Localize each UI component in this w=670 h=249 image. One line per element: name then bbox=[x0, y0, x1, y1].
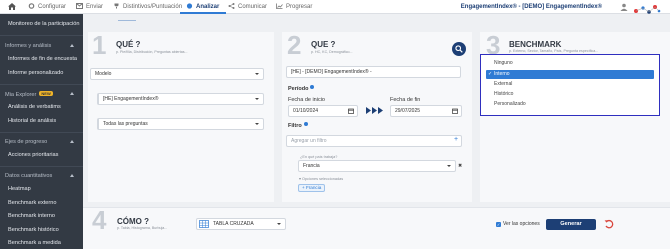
sidebar-group-ejes-progreso[interactable]: Ejes de progreso bbox=[5, 139, 47, 145]
nav-progresar[interactable]: Progresar bbox=[276, 0, 312, 14]
nav-configurar[interactable]: Configurar bbox=[28, 0, 66, 14]
table-icon bbox=[199, 220, 209, 228]
sidebar-group-informes[interactable]: Informes y análisis bbox=[5, 43, 51, 49]
step-2-title: QUE ? bbox=[311, 40, 336, 49]
sidebar-item-historial-analisis[interactable]: Historial de análisis bbox=[8, 118, 56, 124]
sidebar-item-analisis-verbatims[interactable]: Análisis de verbatims bbox=[8, 104, 61, 110]
top-navigation-bar: Configurar Enviar Distintivos/Puntuación… bbox=[0, 0, 670, 14]
benchmark-option-interno[interactable]: ✓ Interno bbox=[486, 70, 654, 79]
chart-line-icon bbox=[276, 3, 283, 9]
remove-filter-icon[interactable]: ✖ bbox=[458, 163, 462, 169]
show-options-checkbox[interactable]: ✓ bbox=[496, 222, 501, 227]
calendar-icon[interactable] bbox=[348, 108, 354, 114]
caret-down-icon bbox=[447, 165, 451, 167]
end-date-input[interactable]: 29/07/2025 bbox=[390, 105, 462, 117]
step-1-panel bbox=[88, 32, 274, 202]
user-icon[interactable] bbox=[620, 3, 628, 11]
active-tab-indicator bbox=[180, 12, 226, 14]
start-date-input[interactable]: 01/10/2024 bbox=[288, 105, 358, 117]
filter-label: Filtro bbox=[288, 122, 308, 129]
check-icon: ✓ bbox=[488, 71, 493, 77]
company-logo bbox=[634, 5, 661, 14]
benchmark-option-ninguno[interactable]: Ninguno bbox=[486, 59, 654, 68]
step-1-subtitle: p. Pie/filia, Distribución, Preguntas ab… bbox=[116, 50, 188, 54]
gear-icon bbox=[28, 3, 35, 9]
step-2-number: 2 bbox=[287, 30, 302, 60]
add-filter-plus-icon[interactable]: + bbox=[454, 136, 458, 143]
model-select[interactable]: [HE] EngagementIndex® bbox=[97, 93, 264, 105]
country-hint: ¿En qué país trabaja? bbox=[300, 155, 338, 159]
start-date-label: Fecha de inicio bbox=[288, 97, 325, 103]
filter-chip-francia[interactable]: + Francia bbox=[298, 184, 326, 192]
selected-options-hint[interactable]: ▾ Opciones seleccionadas bbox=[299, 176, 343, 181]
divider bbox=[0, 132, 83, 133]
step-2-subtitle: p. HC, KC, Demográfico... bbox=[311, 50, 353, 54]
calendar-icon[interactable] bbox=[452, 108, 458, 114]
reset-icon[interactable] bbox=[604, 219, 614, 229]
mail-icon bbox=[76, 3, 83, 9]
trophy-icon bbox=[114, 3, 119, 9]
info-icon[interactable] bbox=[303, 122, 308, 126]
sidebar: Monitoreo de la participación Informes y… bbox=[0, 14, 83, 249]
globe-icon bbox=[186, 3, 193, 9]
divider bbox=[0, 35, 83, 36]
sidebar-item-benchmark-externo[interactable]: Benchmark externo bbox=[8, 200, 57, 206]
info-icon[interactable] bbox=[310, 85, 315, 89]
product-title[interactable]: EngagementIndex® - [DEMO] EngagementInde… bbox=[461, 0, 602, 14]
sub-tab-indicator bbox=[118, 20, 136, 21]
sidebar-item-informes-fin[interactable]: Informes de fin de encuesta bbox=[8, 56, 77, 62]
sidebar-item-benchmark-historico[interactable]: Benchmark histórico bbox=[8, 227, 59, 233]
benchmark-option-historico[interactable]: Histórico bbox=[486, 90, 654, 99]
chevron-up-icon[interactable] bbox=[70, 92, 74, 95]
sidebar-item-acciones-prioritarias[interactable]: Acciones prioritarias bbox=[8, 152, 58, 158]
step-4-subtitle: p. Tabla, Histograma, Burbuja... bbox=[117, 226, 168, 230]
add-filter-input[interactable]: Agregar un filtro bbox=[286, 135, 462, 147]
caret-down-icon bbox=[255, 73, 259, 75]
step-3-title: BENCHMARK bbox=[509, 40, 562, 49]
view-type-select[interactable]: TABLA CRUZADA bbox=[196, 218, 286, 230]
end-date-label: Fecha de fin bbox=[390, 97, 421, 103]
chevron-up-icon[interactable] bbox=[70, 44, 74, 47]
sidebar-group-datos-cuantitativos[interactable]: Datos cuantitativos bbox=[5, 173, 52, 179]
search-icon bbox=[455, 45, 463, 53]
nav-comunicar[interactable]: Comunicar bbox=[228, 0, 267, 14]
new-badge: NEW bbox=[39, 91, 53, 96]
sidebar-item-monitoreo[interactable]: Monitoreo de la participación bbox=[8, 21, 80, 27]
search-button[interactable] bbox=[452, 42, 466, 56]
step-4-title: CÓMO ? bbox=[117, 217, 149, 226]
home-icon[interactable] bbox=[8, 3, 16, 10]
questions-select[interactable]: Todas las preguntas bbox=[97, 118, 264, 130]
step-3-subtitle: p. Externo, Sector, Tamaño, País, Pregun… bbox=[509, 49, 599, 53]
sidebar-group-mia-explorer[interactable]: Mia Explorer NEW bbox=[5, 91, 53, 98]
divider bbox=[0, 166, 83, 167]
caret-down-icon bbox=[255, 98, 259, 100]
chevron-up-icon[interactable] bbox=[70, 174, 74, 177]
caret-down-icon bbox=[255, 123, 259, 125]
chevron-up-icon[interactable] bbox=[70, 140, 74, 143]
benchmark-option-personalizado[interactable]: Personalizado bbox=[486, 100, 654, 109]
country-select[interactable]: Francia bbox=[298, 160, 456, 172]
nav-enviar[interactable]: Enviar bbox=[76, 0, 103, 14]
sidebar-item-benchmark-medida[interactable]: Benchmark a medida bbox=[8, 240, 61, 246]
generate-button[interactable]: Generar bbox=[546, 219, 596, 230]
show-options-label: Ver las opciones bbox=[503, 221, 540, 227]
step-4-number: 4 bbox=[92, 205, 107, 235]
divider bbox=[0, 84, 83, 85]
caret-down-icon bbox=[277, 223, 281, 225]
sidebar-item-informe-personalizado[interactable]: Informe personalizado bbox=[8, 70, 63, 76]
period-label: Período bbox=[288, 85, 315, 92]
benchmark-option-external[interactable]: External bbox=[486, 80, 654, 89]
sidebar-item-heatmap[interactable]: Heatmap bbox=[8, 186, 31, 192]
step-1-number: 1 bbox=[92, 30, 107, 60]
sidebar-item-benchmark-interno[interactable]: Benchmark interno bbox=[8, 213, 55, 219]
step-1-title: QUÉ ? bbox=[116, 40, 141, 49]
benchmark-dropdown[interactable]: Ninguno ✓ Interno External Histórico Pers… bbox=[480, 54, 660, 116]
range-arrow-icon bbox=[366, 107, 383, 114]
nav-distintivos[interactable]: Distintivos/Puntuación bbox=[113, 0, 182, 14]
survey-select[interactable]: [HE] - [DEMO] EngagementIndex® - bbox=[286, 66, 461, 78]
share-icon bbox=[228, 3, 235, 9]
mode-select[interactable]: Modelo bbox=[90, 68, 264, 80]
